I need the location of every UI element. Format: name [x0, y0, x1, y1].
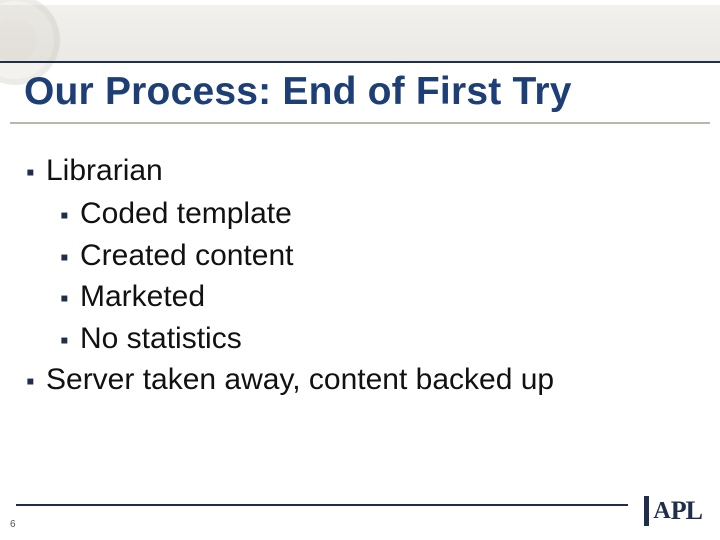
bullet-l2: No statistics	[64, 318, 690, 359]
footer-divider	[16, 504, 628, 506]
logo-letter-a: A	[653, 499, 670, 523]
bullet-l1: Server taken away, content backed up	[30, 359, 690, 400]
logo-bar-icon	[644, 496, 649, 526]
header-band	[0, 5, 720, 63]
slide: Our Process: End of First Try Librarian …	[0, 0, 720, 540]
bullet-text: Created content	[80, 239, 293, 272]
bullet-text: Coded template	[80, 197, 292, 230]
bullet-text: Marketed	[80, 280, 205, 313]
title-underline	[10, 122, 710, 124]
bullet-text: Librarian	[46, 154, 163, 187]
apl-logo: A PL	[644, 496, 702, 526]
logo-letters-pl: PL	[671, 498, 702, 524]
slide-content: Librarian Coded template Created content…	[30, 150, 690, 402]
bullet-text: No statistics	[80, 322, 242, 355]
slide-number: 6	[10, 519, 16, 530]
bullet-l2: Marketed	[64, 276, 690, 317]
bullet-text: Server taken away, content backed up	[46, 363, 554, 396]
bullet-l2: Coded template	[64, 193, 690, 234]
bullet-l2: Created content	[64, 235, 690, 276]
bullet-l1: Librarian	[30, 150, 690, 191]
slide-title: Our Process: End of First Try	[24, 70, 696, 115]
